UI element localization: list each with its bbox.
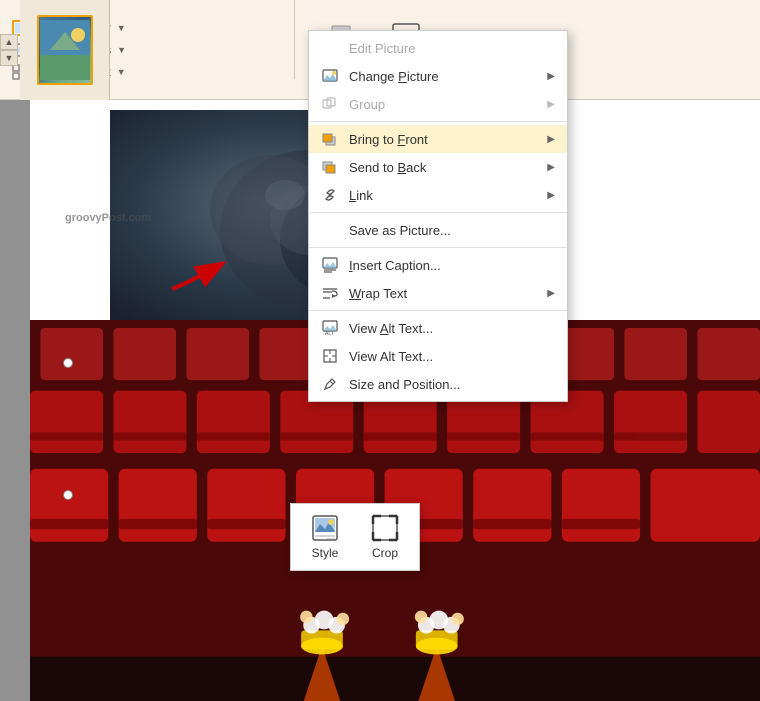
save-as-picture-label: Save as Picture... [349,223,555,238]
menu-item-link[interactable]: Link ▶ [309,181,567,209]
menu-item-group[interactable]: Group ▶ [309,90,567,118]
picture-border-arrow: ▼ [117,23,126,33]
menu-item-insert-caption[interactable]: Insert Caption... [309,251,567,279]
style-icon [311,514,339,542]
menu-item-view-alt-text[interactable]: ALT View Alt Text... [309,314,567,342]
edit-picture-label: Edit Picture [349,41,555,56]
wrap-text-icon [321,284,339,302]
svg-text:ALT: ALT [325,331,334,336]
format-picture-label: Size and Position... [349,377,555,392]
menu-item-format-picture[interactable]: Size and Position... [309,370,567,398]
picture-layout-arrow: ▼ [117,67,126,77]
bring-to-front-arrow: ▶ [547,134,555,145]
scroll-nav: ▲ ▼ [0,0,20,100]
selection-handle-left-top[interactable] [63,358,73,368]
save-as-picture-icon [321,221,339,239]
separator-4 [309,310,567,311]
scroll-down-button[interactable]: ▼ [0,50,18,66]
context-menu: Edit Picture Change Picture ▶ Group ▶ [308,30,568,402]
change-picture-label: Change Picture [349,69,537,84]
change-picture-arrow: ▶ [547,71,555,82]
toolbar-style-button[interactable]: Style [303,510,347,564]
bring-to-front-icon [321,130,339,148]
crop-icon [371,514,399,542]
picture-effects-arrow: ▼ [117,45,126,55]
insert-caption-label: Insert Caption... [349,258,555,273]
separator-3 [309,247,567,248]
send-to-back-label: Send to Back [349,160,537,175]
change-picture-icon [321,67,339,85]
size-position-icon [321,347,339,365]
link-label: Link [349,188,537,203]
toolbar-crop-button[interactable]: Crop [363,510,407,564]
menu-item-bring-to-front[interactable]: Bring to Front ▶ [309,125,567,153]
wrap-text-arrow: ▶ [547,288,555,299]
separator-1 [309,121,567,122]
view-alt-text-label: View Alt Text... [349,321,555,336]
group-icon [321,95,339,113]
menu-item-save-as-picture[interactable]: Save as Picture... [309,216,567,244]
scroll-up-button[interactable]: ▲ [0,34,18,50]
size-position-label: View Alt Text... [349,349,555,364]
menu-item-wrap-text[interactable]: Wrap Text ▶ [309,279,567,307]
send-to-back-arrow: ▶ [547,162,555,173]
picture-thumbnail[interactable] [37,15,93,85]
selection-handle-left-bottom[interactable] [63,490,73,500]
format-picture-icon [321,375,339,393]
group-label: Group [349,97,537,112]
watermark: groovyPost.com [65,212,151,224]
insert-caption-icon [321,256,339,274]
red-arrow-annotation [160,248,240,298]
ribbon-divider [294,0,295,79]
menu-item-size-position[interactable]: View Alt Text... [309,342,567,370]
edit-picture-icon [321,39,339,57]
bring-to-front-label: Bring to Front [349,132,537,147]
link-icon [321,186,339,204]
floating-toolbar: Style Crop [290,503,420,571]
menu-item-edit-picture[interactable]: Edit Picture [309,34,567,62]
view-alt-text-icon: ALT [321,319,339,337]
menu-item-change-picture[interactable]: Change Picture ▶ [309,62,567,90]
group-arrow: ▶ [547,99,555,110]
style-label: Style [312,546,339,560]
crop-label: Crop [372,546,398,560]
thumbnail-strip [20,0,110,100]
menu-item-send-to-back[interactable]: Send to Back ▶ [309,153,567,181]
link-arrow: ▶ [547,190,555,201]
separator-2 [309,212,567,213]
send-to-back-icon [321,158,339,176]
wrap-text-label: Wrap Text [349,286,537,301]
